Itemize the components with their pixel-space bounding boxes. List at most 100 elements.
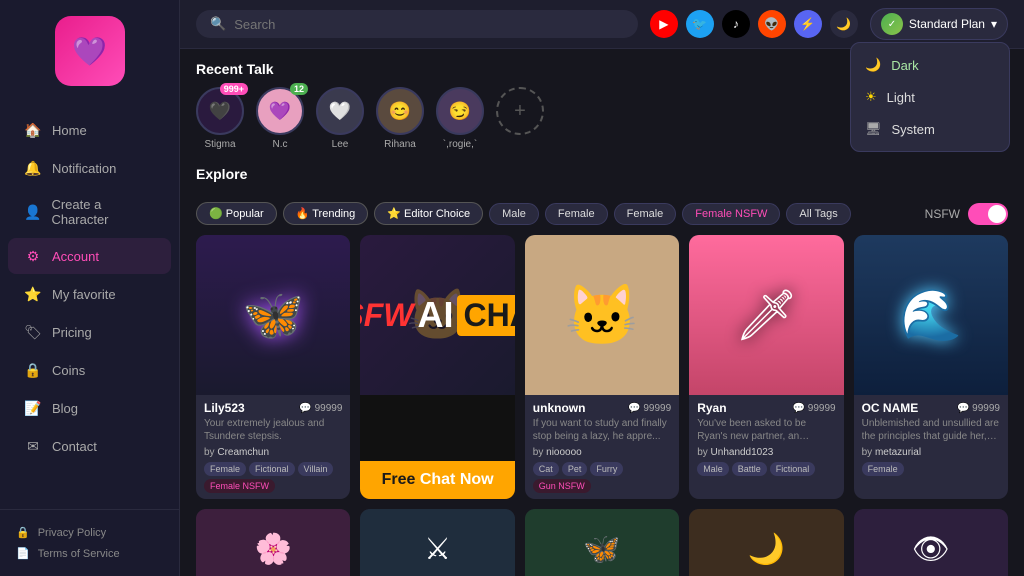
sidebar-item-pricing[interactable]: 🏷 Pricing bbox=[8, 314, 171, 350]
card-bottom-3[interactable]: 🦋 bbox=[525, 509, 679, 576]
nsfw-toggle-area: NSFW bbox=[925, 203, 1008, 225]
card-tags: Male Battle Fictional bbox=[697, 462, 835, 476]
card-bottom-4[interactable]: 🌙 bbox=[689, 509, 843, 576]
card-desc: You've been asked to be Ryan's new partn… bbox=[697, 417, 835, 443]
filter-female2[interactable]: Female bbox=[614, 203, 677, 225]
youtube-icon[interactable]: ▶ bbox=[650, 10, 678, 38]
nsfw-toggle[interactable] bbox=[968, 203, 1008, 225]
add-circle[interactable]: + bbox=[496, 87, 544, 135]
plan-button[interactable]: ✓ Standard Plan ▾ bbox=[870, 8, 1008, 40]
card-name: Lily523 bbox=[204, 401, 245, 415]
monitor-icon: 🖥 bbox=[865, 121, 882, 137]
coins-icon: 🔒 bbox=[24, 361, 42, 379]
card-author: by niooooo bbox=[533, 447, 671, 458]
card-ryan[interactable]: 🗡 Ryan 💬 99999 You've been asked to be R… bbox=[689, 235, 843, 499]
sidebar-item-blog[interactable]: 📝 Blog bbox=[8, 390, 171, 426]
card-image: 🐱 bbox=[525, 235, 679, 395]
filter-male[interactable]: Male bbox=[489, 203, 539, 225]
card-tag: Female bbox=[862, 462, 904, 476]
sidebar-item-home[interactable]: 🏠 Home bbox=[8, 112, 171, 148]
theme-light-option[interactable]: ☀ Light bbox=[851, 81, 1009, 113]
avatar-lee[interactable]: 🤍 Lee bbox=[316, 87, 364, 150]
free-chat-button[interactable]: Free Chat Now bbox=[360, 461, 514, 499]
card-bottom-1[interactable]: 🌸 bbox=[196, 509, 350, 576]
chat-now-label: Chat Now bbox=[415, 471, 493, 488]
filter-female-nsfw[interactable]: Female NSFW bbox=[682, 203, 780, 225]
sidebar-item-label: Notification bbox=[52, 161, 116, 176]
sidebar-footer: 🔒 Privacy Policy 📄 Terms of Service bbox=[0, 509, 179, 576]
card-bottom-5[interactable]: 👁 bbox=[854, 509, 1008, 576]
card-desc: Unblemished and unsullied are the princi… bbox=[862, 417, 1000, 443]
avatar-img: 😊 bbox=[376, 87, 424, 135]
card-promo[interactable]: 🐱 NSFW AI CHAT Free Chat Now bbox=[360, 235, 514, 499]
privacy-link[interactable]: 🔒 Privacy Policy bbox=[16, 522, 163, 543]
sidebar-item-create-character[interactable]: 👤 Create a Character bbox=[8, 188, 171, 236]
card-author: by Unhandd1023 bbox=[697, 447, 835, 458]
card-count: 💬 99999 bbox=[793, 403, 836, 414]
card-tag: Furry bbox=[590, 462, 623, 476]
moon-icon[interactable]: 🌙 bbox=[830, 10, 858, 38]
pricing-icon: 🏷 bbox=[24, 323, 42, 341]
discord-icon[interactable]: ⚡ bbox=[794, 10, 822, 38]
sidebar-item-notification[interactable]: 🔔 Notification bbox=[8, 150, 171, 186]
card-tag: Cat bbox=[533, 462, 559, 476]
terms-link[interactable]: 📄 Terms of Service bbox=[16, 543, 163, 564]
card-oc-name[interactable]: 🌊 OC NAME 💬 99999 Unblemished and unsull… bbox=[854, 235, 1008, 499]
all-tags-label: All Tags bbox=[799, 208, 837, 220]
add-avatar[interactable]: + bbox=[496, 87, 544, 135]
theme-system-option[interactable]: 🖥 System bbox=[851, 113, 1009, 145]
filter-trending[interactable]: 🔥 Trending bbox=[283, 202, 369, 225]
card-tag: Villain bbox=[298, 462, 334, 476]
card-lily523[interactable]: 🦋 Lily523 💬 99999 Your extremely jealous… bbox=[196, 235, 350, 499]
filter-female1[interactable]: Female bbox=[545, 203, 608, 225]
search-input[interactable] bbox=[234, 17, 624, 32]
sidebar-item-label: Coins bbox=[52, 363, 85, 378]
moon-theme-icon: 🌙 bbox=[865, 57, 881, 73]
card-desc: If you want to study and finally stop be… bbox=[533, 417, 671, 443]
chat-overlay-text: CHAT bbox=[457, 295, 514, 336]
sidebar-item-label: Home bbox=[52, 123, 87, 138]
card-tags: Female bbox=[862, 462, 1000, 476]
system-label: System bbox=[892, 122, 935, 137]
light-label: Light bbox=[887, 90, 915, 105]
sidebar-item-my-favorite[interactable]: ⭐ My favorite bbox=[8, 276, 171, 312]
toggle-thumb bbox=[988, 205, 1006, 223]
filter-all-tags[interactable]: All Tags bbox=[786, 203, 850, 225]
filter-popular[interactable]: 🟢 Popular bbox=[196, 202, 277, 225]
female2-label: Female bbox=[627, 208, 664, 220]
theme-dark-option[interactable]: 🌙 Dark bbox=[851, 49, 1009, 81]
card-image: 🌊 bbox=[854, 235, 1008, 395]
card-bottom-2[interactable]: ⚔ bbox=[360, 509, 514, 576]
sidebar-item-coins[interactable]: 🔒 Coins bbox=[8, 352, 171, 388]
filter-editor[interactable]: ⭐ Editor Choice bbox=[374, 202, 483, 225]
card-info: Ryan 💬 99999 You've been asked to be Rya… bbox=[689, 395, 843, 482]
avatar-rogie[interactable]: 😏 `,rogie,` bbox=[436, 87, 484, 150]
card-count: 💬 99999 bbox=[628, 403, 671, 414]
explore-header: Explore bbox=[196, 166, 1008, 192]
avatar-img: 😏 bbox=[436, 87, 484, 135]
star-icon: ⭐ bbox=[387, 208, 404, 220]
avatar-circle: 😊 bbox=[376, 87, 424, 135]
sidebar: 💜 🏠 Home 🔔 Notification 👤 Create a Chara… bbox=[0, 0, 180, 576]
plan-avatar: ✓ bbox=[881, 13, 903, 35]
app-logo[interactable]: 💜 bbox=[55, 16, 125, 86]
tiktok-icon[interactable]: ♪ bbox=[722, 10, 750, 38]
twitter-icon[interactable]: 🐦 bbox=[686, 10, 714, 38]
avatar-stigma[interactable]: 🖤 999+ Stigma bbox=[196, 87, 244, 150]
avatar-img: 🤍 bbox=[316, 87, 364, 135]
avatar-nc[interactable]: 💜 12 N.c bbox=[256, 87, 304, 150]
cards-grid: 🦋 Lily523 💬 99999 Your extremely jealous… bbox=[196, 235, 1008, 499]
card-cat[interactable]: 🐱 unknown 💬 99999 If you want to study a… bbox=[525, 235, 679, 499]
sidebar-item-contact[interactable]: ✉ Contact bbox=[8, 428, 171, 464]
avatar-badge: 999+ bbox=[220, 83, 248, 95]
lock-icon: 🔒 bbox=[16, 526, 30, 539]
sidebar-item-label: Blog bbox=[52, 401, 78, 416]
sidebar-item-account[interactable]: ⚙ Account bbox=[8, 238, 171, 274]
avatar-rihana[interactable]: 😊 Rihana bbox=[376, 87, 424, 150]
card-image-bottom: 🌙 bbox=[689, 509, 843, 576]
reddit-icon[interactable]: 👽 bbox=[758, 10, 786, 38]
main-content: 🔍 ▶ 🐦 ♪ 👽 ⚡ 🌙 ✓ Standard Plan ▾ 🌙 Dark ☀… bbox=[180, 0, 1024, 576]
card-image-bottom: 🌸 bbox=[196, 509, 350, 576]
create-character-icon: 👤 bbox=[24, 203, 41, 221]
search-bar[interactable]: 🔍 bbox=[196, 10, 638, 38]
